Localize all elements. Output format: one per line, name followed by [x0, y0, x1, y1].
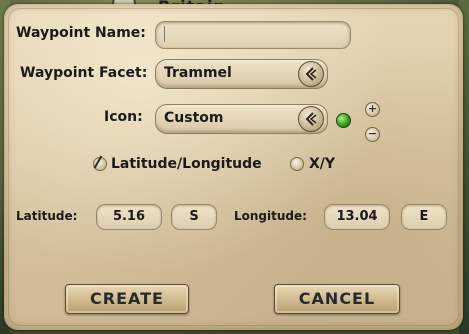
longitude-direction-button[interactable]: E	[401, 204, 447, 230]
longitude-label: Longitude:	[234, 209, 307, 223]
waypoint-name-label: Waypoint Name:	[16, 25, 146, 41]
xy-radio[interactable]	[290, 157, 304, 171]
plus-icon[interactable]: +	[365, 102, 380, 117]
icon-dropdown-value: Custom	[164, 110, 224, 126]
text-caret	[164, 26, 165, 42]
facet-dropdown[interactable]: Trammel	[155, 59, 328, 89]
latlong-radio[interactable]	[93, 157, 107, 171]
create-button[interactable]: CREATE	[65, 284, 189, 314]
icon-color-swatch	[336, 113, 351, 128]
latitude-input[interactable]: 5.16	[96, 204, 162, 230]
cancel-button[interactable]: CANCEL	[274, 284, 400, 314]
chevron-down-icon[interactable]	[298, 61, 324, 87]
latlong-radio-label: Latitude/Longitude	[111, 156, 262, 172]
chevron-down-icon[interactable]	[298, 106, 324, 132]
minus-icon[interactable]: −	[365, 127, 380, 142]
latitude-label: Latitude:	[16, 209, 78, 223]
icon-label: Icon:	[104, 109, 143, 125]
facet-dropdown-value: Trammel	[164, 65, 232, 81]
waypoint-name-input[interactable]	[155, 21, 351, 49]
waypoint-facet-label: Waypoint Facet:	[20, 65, 148, 81]
longitude-input[interactable]: 13.04	[324, 204, 390, 230]
latitude-direction-button[interactable]: S	[171, 204, 217, 230]
icon-dropdown[interactable]: Custom	[155, 104, 328, 134]
xy-radio-label: X/Y	[309, 156, 336, 172]
